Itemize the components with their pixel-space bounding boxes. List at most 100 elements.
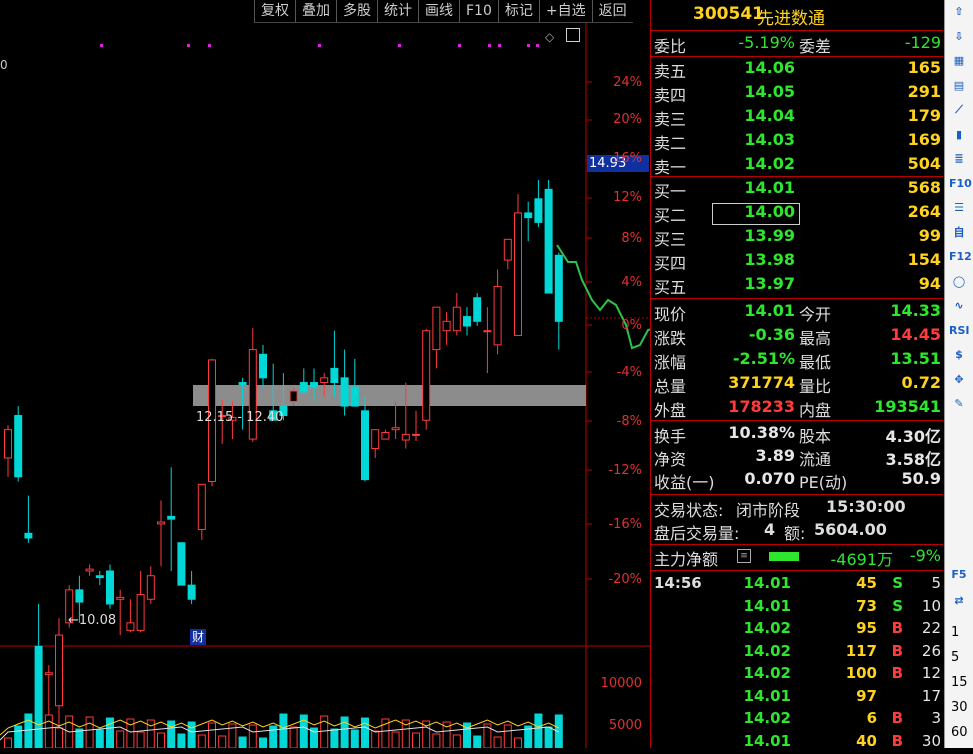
tick-side: B [891,641,903,660]
order-ratio-row: 委比 -5.19% 委差 -129 [651,33,943,56]
asks-row[interactable]: 卖二 14.03 169 [651,130,943,153]
statistics-button[interactable]: 统计 [377,0,418,22]
tick-volume: 45 [856,574,877,592]
tick-row: 14.01 97 17 [651,687,943,709]
period-button-1[interactable]: 1 [951,625,959,640]
asks-label: 卖三 [654,110,687,129]
down-arrow-icon[interactable]: ⇩ [949,27,969,47]
bids-row[interactable]: 买五 13.97 94 [651,274,943,297]
table-icon[interactable]: ▤ [949,76,969,96]
tick-count: 22 [921,619,941,637]
bids-row[interactable]: 买三 13.99 99 [651,226,943,249]
volume-bar [14,725,23,749]
period-button-30[interactable]: 30 [951,700,968,715]
rsi-icon[interactable]: RSI [949,321,970,341]
circle-icon[interactable]: ◯ [949,272,969,292]
candle-body [381,431,390,440]
signal-dot [318,44,321,47]
candle-body [106,570,114,605]
list-icon[interactable]: ≣ [949,149,969,169]
candle-body [146,575,155,600]
restore-rights-button[interactable]: 复权 [254,0,295,22]
multi-stock-button[interactable]: 多股 [336,0,377,22]
asks-row[interactable]: 卖四 14.05 291 [651,82,943,105]
signal-dot [398,44,401,47]
stock-code: 300541 [693,4,764,24]
candle-body [167,515,176,520]
self-select-icon[interactable]: 自 [949,223,969,243]
back-button[interactable]: 返回 [591,0,633,22]
quote-label-2: 量比 [799,377,832,396]
main-flow-pct: -9% [909,546,941,565]
volume-bar [503,724,512,749]
asks-row[interactable]: 卖三 14.04 179 [651,106,943,129]
volume-bar [167,720,176,749]
trade-status-value: 闭市阶段 [736,501,801,520]
tick-row: 14.01 73 S 10 [651,597,943,619]
fundamental-label: 收益(一) [654,473,715,492]
pct-axis-label: 20% [613,112,642,127]
quote-value: 14.01 [744,301,795,320]
trade-status-row: 交易状态: 闭市阶段 15:30:00 [651,497,943,520]
pen-icon[interactable]: ✎ [949,394,969,414]
period-button-15[interactable]: 15 [951,675,968,690]
bids-row[interactable]: 买一 14.01 568 [651,178,943,201]
tick-count: 26 [921,641,941,660]
main-flow-bar [769,552,799,561]
overlay-button[interactable]: 叠加 [295,0,336,22]
move-icon[interactable]: ✥ [949,370,969,390]
period-button-60[interactable]: 60 [951,725,968,740]
f12-icon[interactable]: F12 [949,247,972,267]
asks-price: 14.02 [744,154,795,173]
switch-icon[interactable]: ⇄ [949,591,969,611]
signal-dot [498,44,501,47]
asks-row[interactable]: 卖五 14.06 165 [651,58,943,81]
chart-icon[interactable]: ⟋ [949,100,969,120]
candle-body [14,415,23,478]
bids-volume: 99 [918,226,941,245]
signal-dot [458,44,461,47]
tick-price: 14.02 [743,619,791,637]
asks-row[interactable]: 卖一 14.02 504 [651,154,943,177]
f5-icon[interactable]: F5 [949,565,969,585]
draw-line-button[interactable]: 画线 [418,0,459,22]
selected-bid-box[interactable] [712,203,800,225]
news-icon[interactable]: ☰ [949,198,969,218]
main-flow-menu-icon[interactable]: ≡ [737,549,751,563]
fundamental-label-2: 股本 [799,427,832,446]
volume-bar [106,717,114,749]
tick-side: B [891,619,903,637]
quote-value: -2.51% [732,349,795,368]
period-button-5[interactable]: 5 [951,650,959,665]
f10-icon[interactable]: F10 [949,174,972,194]
dollar-icon[interactable]: $ [949,345,969,365]
tick-count: 30 [921,731,941,750]
candle-icon[interactable]: ▮ [949,125,969,145]
quote-label: 外盘 [654,401,687,420]
volume-bar [238,736,247,749]
grid-icon[interactable]: ▦ [949,51,969,71]
tick-row: 14.02 100 B 12 [651,664,943,686]
diamond-icon[interactable]: ◇ [545,30,554,44]
add-favorite-button[interactable]: +自选 [538,0,592,22]
kline-svg[interactable] [0,0,695,754]
volume-bar [279,713,288,749]
stock-header: 300541 先进数通 [651,0,943,29]
window-toggle-icon[interactable] [566,28,580,42]
finance-badge[interactable]: 财 [190,629,206,645]
f10-button[interactable]: F10 [459,0,498,22]
bids-row[interactable]: 买四 13.98 154 [651,250,943,273]
fundamental-row: 换手 10.38% 股本 4.30亿 [651,423,943,446]
mark-button[interactable]: 标记 [497,0,539,22]
up-arrow-icon[interactable]: ⇧ [949,2,969,22]
tick-time: 14:56 [654,574,702,592]
fundamental-row: 净资 3.89 流通 3.58亿 [651,446,943,469]
volume-bar [350,729,359,749]
wave-icon[interactable]: ∿ [949,296,969,316]
candle-body [432,306,441,351]
order-ratio-value: -5.19% [738,33,795,52]
volume-bar [289,726,298,749]
pct-axis-label: 16% [613,151,642,166]
kline-chart[interactable]: 复权 叠加 多股 统计 画线 F10 标记 +自选 返回 ◇ 0 14.93 1… [0,0,695,754]
signal-dot [187,44,190,47]
